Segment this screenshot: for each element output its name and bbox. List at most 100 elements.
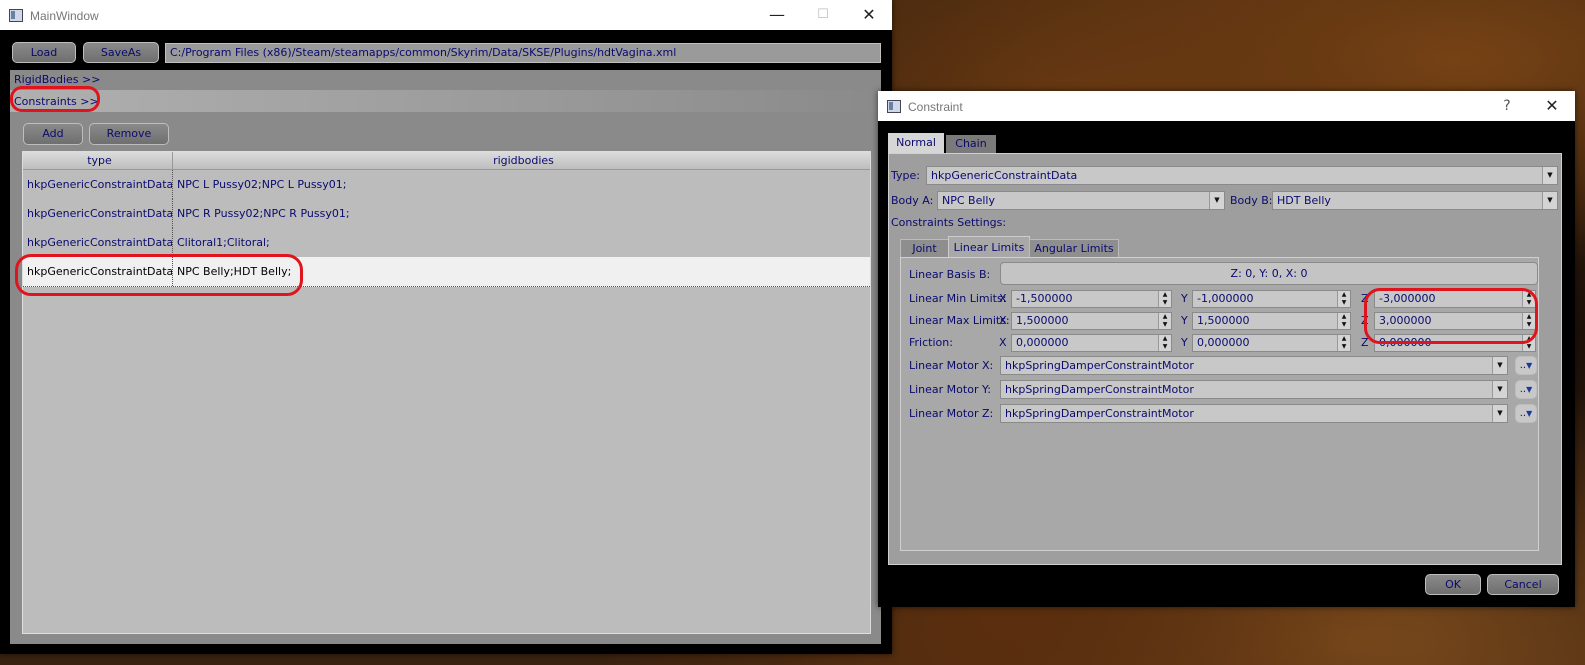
spinner-arrows-icon[interactable]: ▲ ▼ [1337, 335, 1350, 351]
tab-angular-limits[interactable]: Angular Limits [1029, 239, 1119, 259]
dialog-close-button[interactable]: ✕ [1529, 91, 1575, 121]
tab-linear-limits[interactable]: Linear Limits [948, 236, 1030, 259]
spinner-arrows-icon[interactable]: ▲ ▼ [1158, 313, 1171, 329]
constraints-section-toggle[interactable]: Constraints >> [14, 95, 99, 108]
spinner-arrows-icon[interactable]: ▲ ▼ [1522, 291, 1535, 307]
linear-motor-x-label: Linear Motor X: [909, 359, 994, 372]
linear-min-label: Linear Min Limits: [909, 292, 1007, 305]
body-a-select[interactable]: NPC Belly ▼ [937, 191, 1225, 210]
saveas-button[interactable]: SaveAs [83, 42, 159, 63]
max-y-value: 1,500000 [1197, 314, 1250, 327]
min-z-value: -3,000000 [1379, 292, 1436, 305]
constraints-section-bar [10, 90, 881, 112]
min-y-spinbox[interactable]: -1,000000 ▲ ▼ [1192, 290, 1351, 308]
friction-z-value: 0,000000 [1379, 336, 1432, 349]
main-window: MainWindow — ☐ ✕ Load SaveAs C:/Program … [0, 0, 892, 654]
minimize-button[interactable]: — [754, 0, 800, 30]
cell-rigidbodies[interactable]: NPC L Pussy02;NPC L Pussy01; [173, 170, 870, 199]
friction-y-spinbox[interactable]: 0,000000 ▲ ▼ [1192, 334, 1351, 352]
cancel-button[interactable]: Cancel [1487, 574, 1559, 595]
cell-type[interactable]: hkpGenericConstraintData [23, 170, 173, 199]
body-b-select[interactable]: HDT Belly ▼ [1272, 191, 1558, 210]
tab-chain[interactable]: Chain [946, 135, 996, 153]
load-button[interactable]: Load [12, 42, 76, 63]
linear-motor-x-value: hkpSpringDamperConstraintMotor [1005, 359, 1194, 372]
min-x-value: -1,500000 [1016, 292, 1073, 305]
min-x-spinbox[interactable]: -1,500000 ▲ ▼ [1011, 290, 1172, 308]
cell-type[interactable]: hkpGenericConstraintData [23, 199, 173, 228]
dropdown-triangle-icon: ▼ [1526, 385, 1533, 394]
spinner-arrows-icon[interactable]: ▲ ▼ [1522, 335, 1535, 351]
body-b-label: Body B: [1230, 194, 1273, 207]
table-row[interactable]: hkpGenericConstraintData NPC Belly;HDT Be… [23, 257, 870, 287]
main-panel: RigidBodies >> Constraints >> Add Remove… [10, 70, 881, 644]
linear-motor-y-label: Linear Motor Y: [909, 383, 991, 396]
cell-rigidbodies[interactable]: NPC Belly;HDT Belly; [173, 257, 870, 286]
linear-motor-y-edit-button[interactable]: ..▼ [1515, 380, 1537, 399]
spinner-arrows-icon[interactable]: ▲ ▼ [1158, 335, 1171, 351]
friction-z-spinbox[interactable]: 0,000000 ▲ ▼ [1374, 334, 1536, 352]
linear-basis-button[interactable]: Z: 0, Y: 0, X: 0 [1000, 262, 1538, 285]
spinner-arrows-icon[interactable]: ▲ ▼ [1522, 313, 1535, 329]
tab-joint[interactable]: Joint [900, 239, 949, 259]
max-y-axis-label: Y [1181, 314, 1188, 327]
linear-motor-z-select[interactable]: hkpSpringDamperConstraintMotor ▼ [1000, 404, 1508, 423]
dialog-title: Constraint [908, 100, 963, 114]
add-button[interactable]: Add [23, 123, 83, 145]
dropdown-triangle-icon: ▼ [1526, 409, 1533, 418]
dialog-titlebar[interactable]: Constraint ? ✕ [878, 91, 1575, 121]
dialog-window-icon [887, 100, 901, 113]
type-label: Type: [891, 169, 920, 182]
max-z-spinbox[interactable]: 3,000000 ▲ ▼ [1374, 312, 1536, 330]
main-titlebar[interactable]: MainWindow — ☐ ✕ [0, 0, 892, 30]
max-x-spinbox[interactable]: 1,500000 ▲ ▼ [1011, 312, 1172, 330]
friction-y-value: 0,000000 [1197, 336, 1250, 349]
body-b-value: HDT Belly [1277, 194, 1331, 207]
spinner-arrows-icon[interactable]: ▲ ▼ [1337, 313, 1350, 329]
column-header-type[interactable]: type [23, 152, 173, 169]
table-row[interactable]: hkpGenericConstraintData NPC L Pussy02;NP… [23, 170, 870, 200]
app-window-icon [9, 9, 23, 22]
friction-x-spinbox[interactable]: 0,000000 ▲ ▼ [1011, 334, 1172, 352]
linear-motor-z-label: Linear Motor Z: [909, 407, 994, 420]
chevron-down-icon: ▼ [1492, 381, 1507, 398]
remove-button[interactable]: Remove [89, 123, 169, 145]
max-z-value: 3,000000 [1379, 314, 1432, 327]
max-y-spinbox[interactable]: 1,500000 ▲ ▼ [1192, 312, 1351, 330]
file-path-field[interactable]: C:/Program Files (x86)/Steam/steamapps/c… [165, 43, 881, 63]
max-x-axis-label: X [999, 314, 1007, 327]
cell-rigidbodies[interactable]: Clitoral1;Clitoral; [173, 228, 870, 257]
min-y-value: -1,000000 [1197, 292, 1254, 305]
close-button[interactable]: ✕ [846, 0, 892, 30]
normal-tab-panel: Type: hkpGenericConstraintData ▼ Body A:… [888, 153, 1562, 565]
type-value: hkpGenericConstraintData [931, 169, 1078, 182]
maximize-button[interactable]: ☐ [800, 0, 846, 30]
cell-rigidbodies[interactable]: NPC R Pussy02;NPC R Pussy01; [173, 199, 870, 228]
tab-normal[interactable]: Normal [888, 133, 944, 153]
linear-motor-x-edit-button[interactable]: ..▼ [1515, 356, 1537, 375]
spinner-arrows-icon[interactable]: ▲ ▼ [1337, 291, 1350, 307]
cell-type[interactable]: hkpGenericConstraintData [23, 257, 173, 286]
type-select[interactable]: hkpGenericConstraintData ▼ [926, 166, 1558, 185]
ok-button[interactable]: OK [1425, 574, 1481, 595]
chevron-down-icon: ▼ [1542, 167, 1557, 184]
max-x-value: 1,500000 [1016, 314, 1069, 327]
friction-y-axis-label: Y [1181, 336, 1188, 349]
help-button[interactable]: ? [1484, 91, 1530, 121]
min-y-axis-label: Y [1181, 292, 1188, 305]
linear-motor-y-value: hkpSpringDamperConstraintMotor [1005, 383, 1194, 396]
table-row[interactable]: hkpGenericConstraintData NPC R Pussy02;NP… [23, 199, 870, 229]
spinner-arrows-icon[interactable]: ▲ ▼ [1158, 291, 1171, 307]
table-row[interactable]: hkpGenericConstraintData Clitoral1;Clitor… [23, 228, 870, 258]
rigidbodies-section-toggle[interactable]: RigidBodies >> [14, 73, 100, 86]
linear-motor-z-value: hkpSpringDamperConstraintMotor [1005, 407, 1194, 420]
min-z-spinbox[interactable]: -3,000000 ▲ ▼ [1374, 290, 1536, 308]
linear-max-label: Linear Max Limits: [909, 314, 1010, 327]
column-header-rigidbodies[interactable]: rigidbodies [173, 152, 870, 169]
chevron-down-icon: ▼ [1542, 192, 1557, 209]
linear-motor-y-select[interactable]: hkpSpringDamperConstraintMotor ▼ [1000, 380, 1508, 399]
linear-motor-z-edit-button[interactable]: ..▼ [1515, 404, 1537, 423]
cell-type[interactable]: hkpGenericConstraintData [23, 228, 173, 257]
body-a-value: NPC Belly [942, 194, 995, 207]
linear-motor-x-select[interactable]: hkpSpringDamperConstraintMotor ▼ [1000, 356, 1508, 375]
